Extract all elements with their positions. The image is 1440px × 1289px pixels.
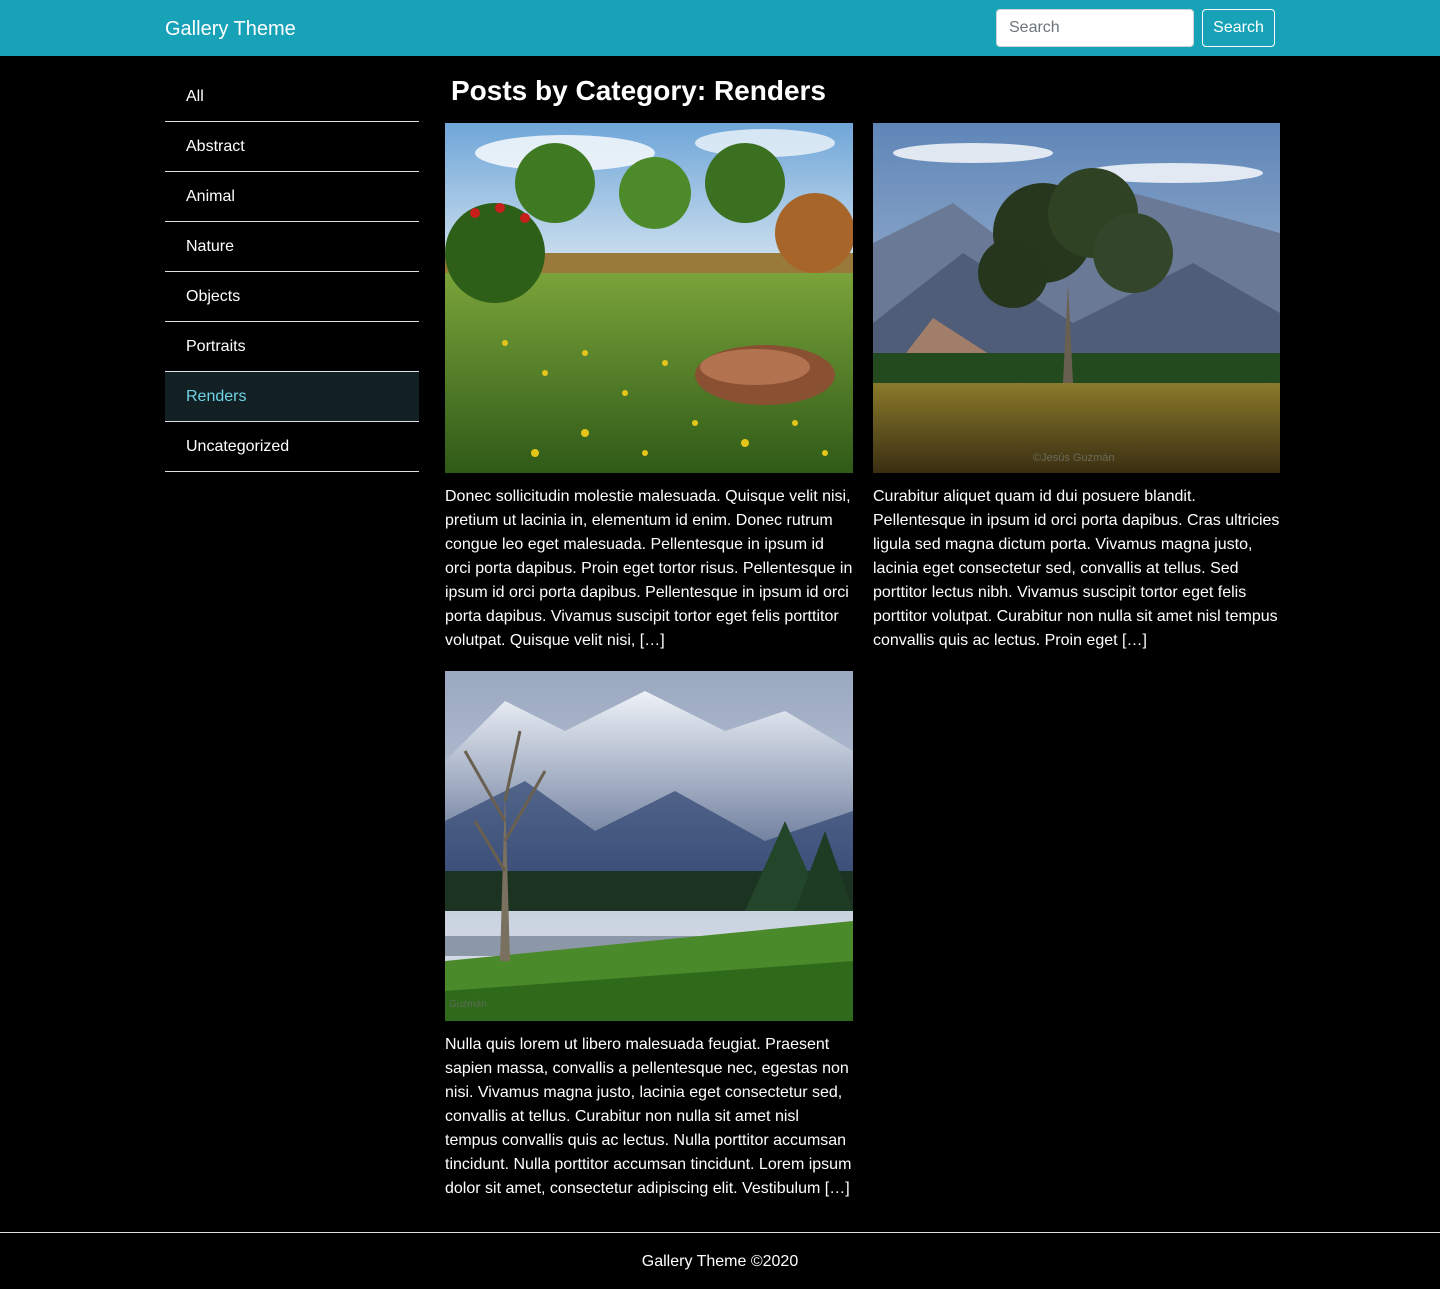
image-watermark: Guzmán — [449, 999, 487, 1010]
sidebar-item-abstract[interactable]: Abstract — [165, 122, 419, 172]
post-image-tree-mountain[interactable]: ©Jesús Guzmán — [873, 123, 1280, 473]
search-input[interactable] — [996, 9, 1194, 47]
footer-divider — [0, 1232, 1440, 1233]
brand-link[interactable]: Gallery Theme — [165, 16, 296, 42]
sidebar-item-all[interactable]: All — [165, 72, 419, 122]
post-image-meadow[interactable] — [445, 123, 853, 473]
post-excerpt: Donec sollicitudin molestie malesuada. Q… — [445, 488, 853, 649]
footer-copyright: Gallery Theme ©2020 — [641, 1253, 799, 1270]
sidebar-item-animal[interactable]: Animal — [165, 172, 419, 222]
navbar: Gallery Theme Search — [0, 0, 1440, 56]
image-watermark: ©Jesús Guzmán — [1033, 452, 1114, 464]
sidebar-item-uncategorized[interactable]: Uncategorized — [165, 422, 419, 472]
sidebar-item-portraits[interactable]: Portraits — [165, 322, 419, 372]
page-title: Posts by Category: Renders — [451, 75, 826, 106]
category-sidebar: All Abstract Animal Nature Objects Portr… — [165, 72, 419, 472]
post-excerpt: Curabitur aliquet quam id dui posuere bl… — [873, 488, 1280, 649]
post-card: ©Jesús Guzmán Curabitur aliquet quam id … — [873, 123, 1280, 653]
post-card: Guzmán Nulla quis lorem ut libero malesu… — [445, 671, 853, 1201]
post-image-snowy-mountain[interactable]: Guzmán — [445, 671, 853, 1021]
post-card: Donec sollicitudin molestie malesuada. Q… — [445, 123, 853, 653]
sidebar-item-renders[interactable]: Renders — [165, 372, 419, 422]
sidebar-item-nature[interactable]: Nature — [165, 222, 419, 272]
search-button[interactable]: Search — [1202, 9, 1275, 47]
post-excerpt: Nulla quis lorem ut libero malesuada feu… — [445, 1036, 852, 1197]
sidebar-item-objects[interactable]: Objects — [165, 272, 419, 322]
